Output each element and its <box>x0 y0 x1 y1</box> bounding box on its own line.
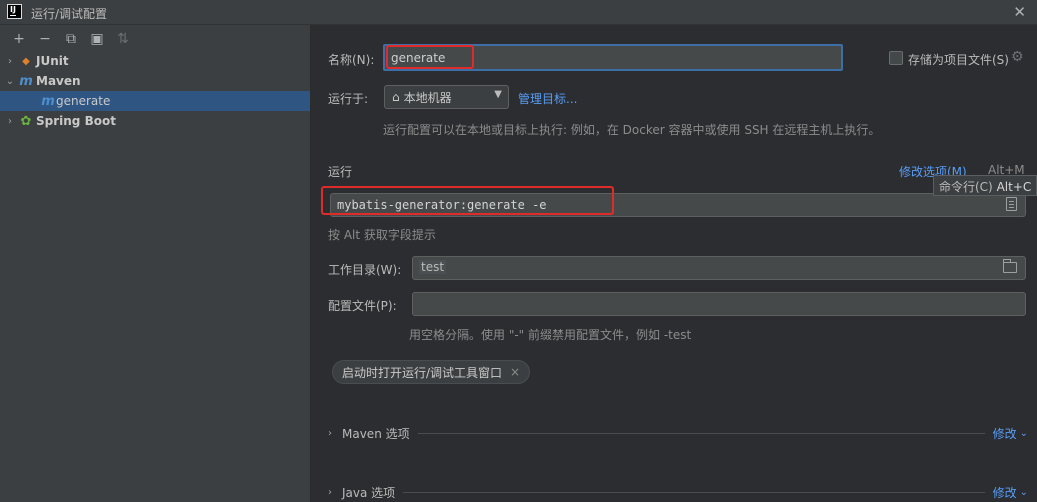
tree-item-generate[interactable]: m generate <box>0 91 310 111</box>
chevron-down-icon: ⌄ <box>1019 427 1028 439</box>
run-section-title: 运行 <box>328 165 353 179</box>
run-on-hint: 运行配置可以在本地或目标上执行: 例如，在 Docker 容器中或使用 SSH … <box>383 123 881 137</box>
folder-icon[interactable] <box>1003 259 1017 273</box>
chevron-down-icon: ▼ <box>494 89 502 100</box>
run-on-value: 本地机器 <box>403 90 452 105</box>
working-directory-value: test <box>419 260 447 274</box>
maven-icon: m <box>41 93 55 109</box>
profiles-input[interactable] <box>412 292 1026 316</box>
tree-item-label: generate <box>56 94 111 108</box>
maven-options-section[interactable]: › Maven 选项 修改 ⌄ <box>328 424 1028 442</box>
chip-label: 启动时打开运行/调试工具窗口 <box>342 365 503 380</box>
close-icon[interactable]: × <box>510 365 520 379</box>
store-as-project-file-checkbox[interactable] <box>889 51 903 65</box>
working-directory-label: 工作目录(W): <box>328 263 402 277</box>
tree-item-label: Spring Boot <box>36 114 116 128</box>
maven-icon: m <box>19 73 33 89</box>
configurations-toolbar: + − ⧉ ▣ ⇅ <box>0 25 310 52</box>
name-label: 名称(N): <box>328 53 375 67</box>
configurations-panel: + − ⧉ ▣ ⇅ › ◆ JUnit ⌄ m Maven m generate… <box>0 25 311 502</box>
tree-item-label: Maven <box>36 74 81 88</box>
command-line-tooltip: 命令行(C) Alt+C <box>933 175 1037 196</box>
divider <box>417 432 985 434</box>
store-as-project-file-label: 存储为项目文件(S) <box>908 53 1009 67</box>
copy-configuration-button[interactable]: ⧉ <box>58 29 84 49</box>
run-on-label: 运行于: <box>328 92 369 106</box>
junit-icon: ◆ <box>22 55 30 67</box>
spring-boot-icon: ✿ <box>20 113 32 129</box>
run-on-select[interactable]: ⌂ 本地机器 ▼ <box>384 85 509 109</box>
sort-button[interactable]: ⇅ <box>110 29 136 49</box>
add-configuration-button[interactable]: + <box>6 29 32 49</box>
intellij-logo-icon: IJ <box>7 4 22 19</box>
tree-item-junit[interactable]: › ◆ JUnit <box>0 51 310 71</box>
chevron-right-icon[interactable]: › <box>2 116 18 127</box>
open-run-tool-window-chip[interactable]: 启动时打开运行/调试工具窗口 × <box>332 360 531 384</box>
tooltip-label: 命令行(C) <box>939 180 993 194</box>
divider <box>403 491 985 493</box>
new-folder-button[interactable]: ▣ <box>84 29 110 49</box>
profiles-label: 配置文件(P): <box>328 299 397 313</box>
chevron-right-icon[interactable]: › <box>2 56 18 67</box>
tree-item-maven[interactable]: ⌄ m Maven <box>0 71 310 91</box>
java-options-section[interactable]: › Java 选项 修改 ⌄ <box>328 483 1028 501</box>
chevron-right-icon: › <box>328 486 332 498</box>
working-directory-input[interactable]: test <box>412 256 1026 280</box>
modify-link[interactable]: 修改 <box>993 425 1017 442</box>
chevron-down-icon[interactable]: ⌄ <box>2 76 18 87</box>
section-label: Maven 选项 <box>342 426 410 441</box>
gear-icon[interactable]: ⚙ <box>1011 49 1024 65</box>
chevron-right-icon: › <box>328 427 332 439</box>
command-line-input[interactable]: mybatis-generator:generate -e <box>330 193 1026 217</box>
chevron-down-icon: ⌄ <box>1019 486 1028 498</box>
modify-link[interactable]: 修改 <box>993 484 1017 501</box>
alt-hint: 按 Alt 获取字段提示 <box>328 228 436 242</box>
command-line-value: mybatis-generator:generate -e <box>337 198 547 212</box>
close-button[interactable]: ✕ <box>1013 3 1026 21</box>
tooltip-shortcut: Alt+C <box>996 180 1032 194</box>
title-bar: IJ 运行/调试配置 ✕ <box>0 0 1037 25</box>
tree-item-spring-boot[interactable]: › ✿ Spring Boot <box>0 111 310 131</box>
remove-configuration-button[interactable]: − <box>32 29 58 49</box>
manage-targets-link[interactable]: 管理目标... <box>518 90 577 107</box>
profiles-hint: 用空格分隔。使用 "-" 前缀禁用配置文件，例如 -test <box>409 328 692 342</box>
tree-item-label: JUnit <box>36 54 69 68</box>
window-title: 运行/调试配置 <box>31 7 108 21</box>
name-input[interactable]: generate <box>383 44 843 71</box>
document-icon[interactable] <box>1006 197 1017 211</box>
home-icon: ⌂ <box>392 90 400 104</box>
section-label: Java 选项 <box>342 485 396 500</box>
